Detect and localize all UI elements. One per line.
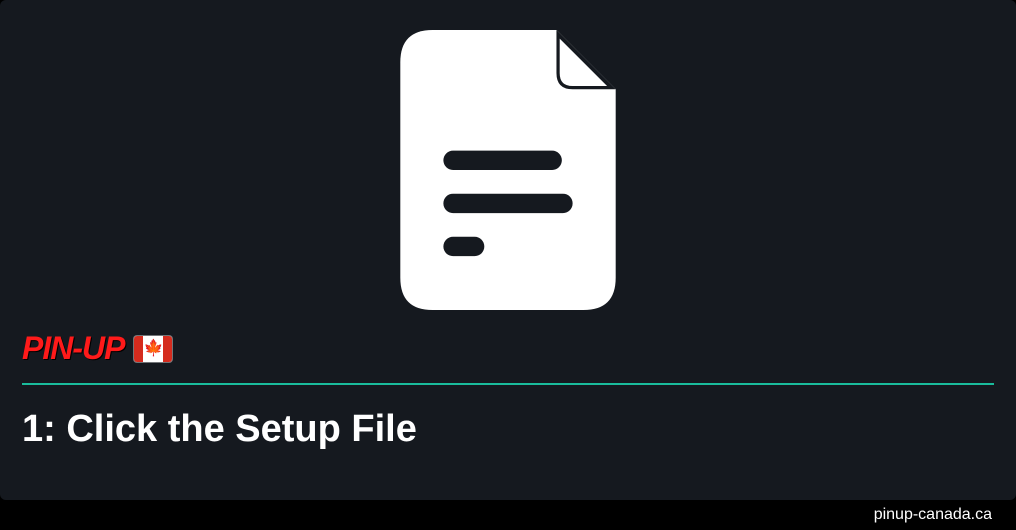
footer-url: pinup-canada.ca bbox=[874, 506, 992, 524]
accent-divider bbox=[22, 383, 994, 385]
brand-row: PIN-UP 🍁 bbox=[22, 330, 172, 367]
canada-flag-icon: 🍁 bbox=[134, 336, 172, 362]
maple-leaf-icon: 🍁 bbox=[143, 341, 163, 357]
icon-area bbox=[0, 30, 1016, 315]
document-file-icon bbox=[398, 30, 618, 315]
step-title: 1: Click the Setup File bbox=[22, 408, 417, 451]
instruction-card: PIN-UP 🍁 1: Click the Setup File bbox=[0, 0, 1016, 500]
brand-logo: PIN-UP bbox=[22, 330, 124, 367]
